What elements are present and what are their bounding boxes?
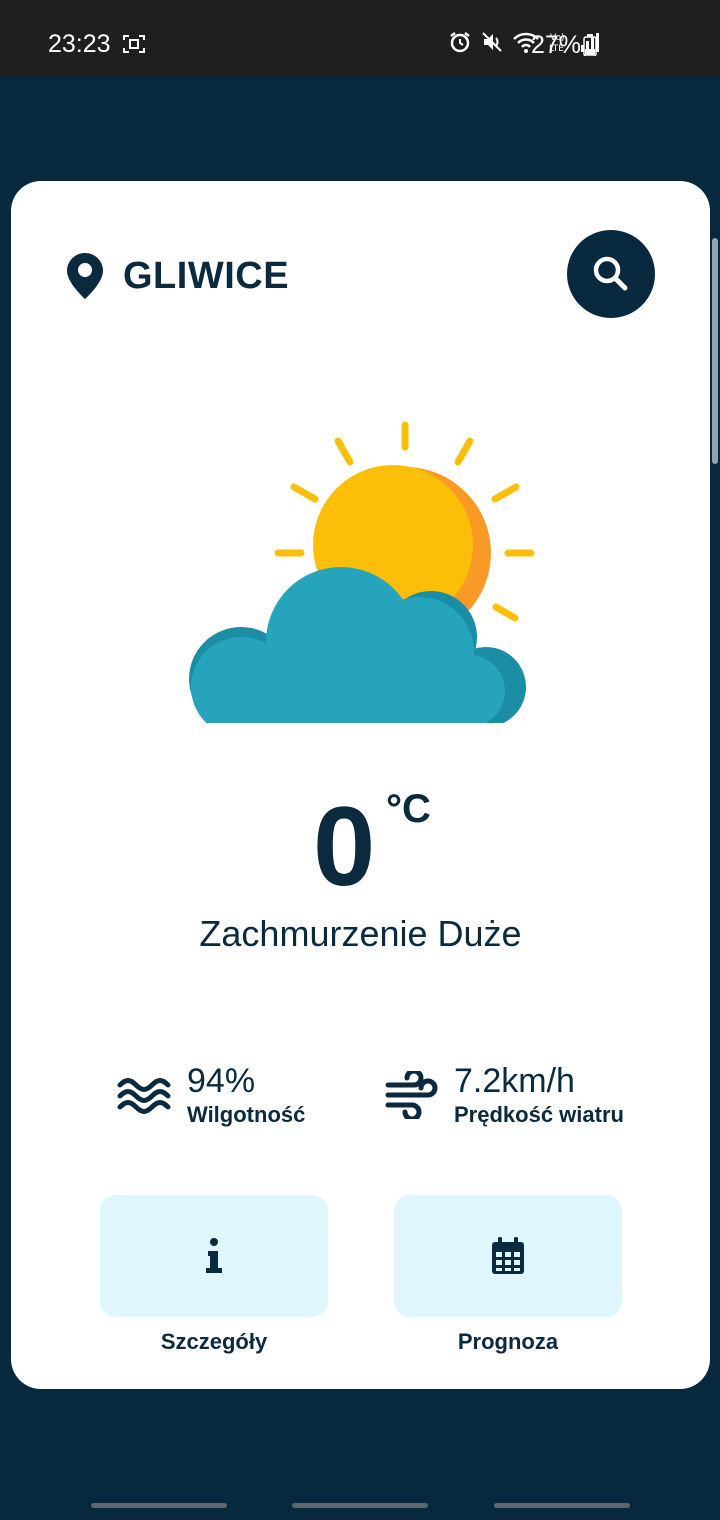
wind-label: Prędkość wiatru xyxy=(454,1102,624,1127)
weather-card: GLIWICE 0 °C Zachmurzenie Duże 94% Wilgo… xyxy=(11,181,710,1389)
nav-back-hint[interactable] xyxy=(494,1503,630,1508)
mute-icon xyxy=(480,30,504,54)
details-label: Szczegóły xyxy=(160,1329,268,1354)
nav-home-hint[interactable] xyxy=(292,1503,428,1508)
wind-stat: 7.2km/h Prędkość wiatru xyxy=(384,1061,624,1129)
weather-condition: Zachmurzenie Duże xyxy=(199,913,522,954)
search-button[interactable] xyxy=(567,230,655,318)
forecast-action[interactable]: Prognoza xyxy=(394,1195,622,1355)
temperature-value: 0 xyxy=(313,784,376,909)
location-pin-icon xyxy=(67,253,103,299)
humidity-label: Wilgotność xyxy=(187,1102,306,1127)
temperature-block: 0 °C xyxy=(11,787,710,907)
nav-recent-hint[interactable] xyxy=(91,1503,227,1508)
waves-icon xyxy=(117,1078,171,1114)
status-time: 23:23 xyxy=(48,30,111,58)
details-button[interactable] xyxy=(100,1195,328,1317)
scrollbar[interactable] xyxy=(712,238,718,464)
humidity-stat: 94% Wilgotność xyxy=(117,1061,305,1129)
city-name: GLIWICE xyxy=(123,254,290,297)
humidity-value: 94% xyxy=(187,1062,256,1100)
temperature-unit: °C xyxy=(386,787,431,831)
wind-icon xyxy=(385,1071,438,1119)
forecast-label: Prognoza xyxy=(457,1329,559,1354)
calendar-icon xyxy=(492,1237,524,1274)
status-bar: 23:23 Vo) LTE 27% xyxy=(0,0,720,76)
forecast-button[interactable] xyxy=(394,1195,622,1317)
location-header: GLIWICE xyxy=(65,251,289,301)
battery-icon xyxy=(583,34,597,61)
search-icon xyxy=(593,256,628,291)
wind-value: 7.2km/h xyxy=(454,1062,575,1100)
battery-percent: 27% xyxy=(531,31,582,59)
alarm-icon xyxy=(448,30,472,54)
info-icon xyxy=(206,1238,222,1273)
screenshot-icon xyxy=(122,34,146,59)
details-action[interactable]: Szczegóły xyxy=(100,1195,328,1355)
partly-cloudy-sun-icon xyxy=(181,421,551,727)
